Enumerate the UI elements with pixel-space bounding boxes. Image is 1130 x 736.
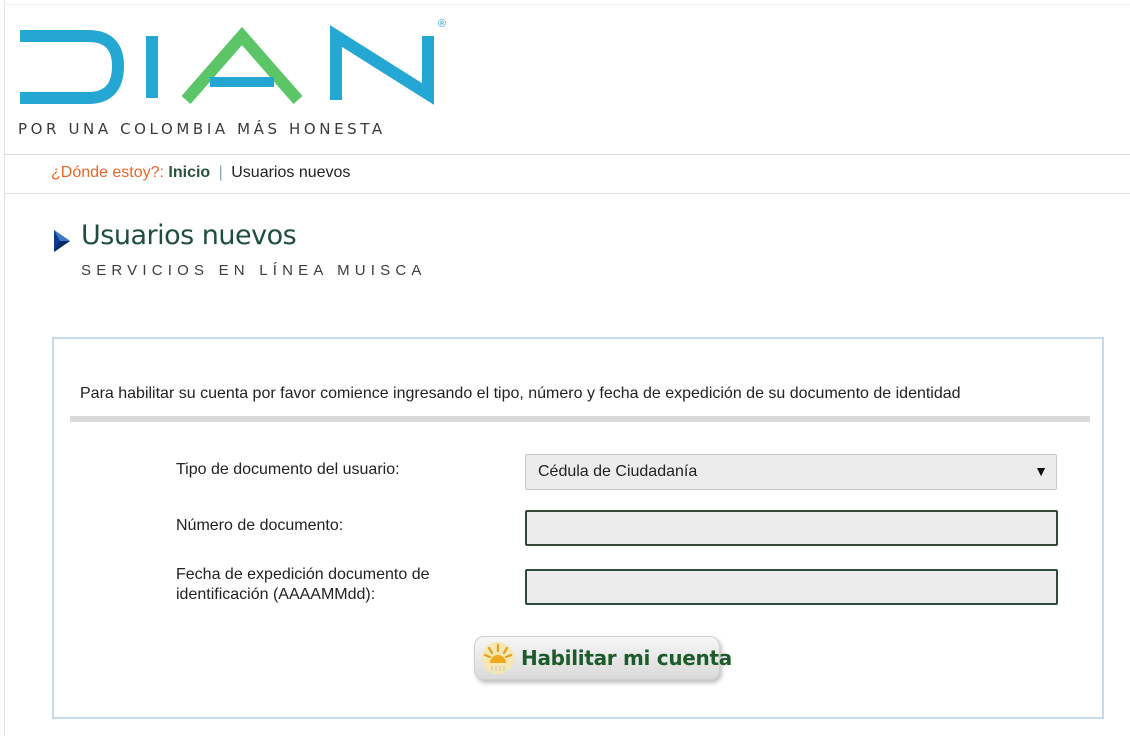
page-frame-top-border [4,4,1130,5]
doc-number-input[interactable] [525,510,1058,546]
breadcrumb-separator: | [218,164,223,181]
enable-account-button-label: Habilitar mi cuenta [521,646,732,670]
chevron-down-icon: ▼ [1034,463,1048,479]
doc-type-label: Tipo de documento del usuario: [176,461,400,478]
doc-number-label: Número de documento: [176,517,344,534]
issue-date-label-line1: Fecha de expedición documento de [176,566,430,583]
page-title: Usuarios nuevos [81,220,297,251]
intro-divider [70,416,1090,422]
enable-account-button[interactable]: Habilitar mi cuenta [474,636,732,680]
issue-date-label-line2: identificación (AAAAMMdd): [176,586,376,603]
breadcrumb-current: Usuarios nuevos [231,164,351,181]
registration-form-panel: Para habilitar su cuenta por favor comie… [52,337,1104,719]
breadcrumb-where-label: ¿Dónde estoy?: [51,164,164,181]
breadcrumb-divider [4,193,1130,194]
page-frame-left-border [4,0,5,736]
dian-wordmark-icon [20,25,434,105]
sun-icon [482,642,514,674]
breadcrumb-home-link[interactable]: Inicio [168,164,210,181]
title-arrow-icon [54,230,70,252]
header-divider [4,154,1130,155]
registered-mark: ® [438,18,447,30]
issue-date-input[interactable] [525,569,1058,605]
dian-logo[interactable]: ® POR UNA COLOMBIA MÁS HONESTA [18,18,458,140]
doc-type-select[interactable]: Cédula de Ciudadanía ▼ [525,454,1057,490]
issue-date-label: Fecha de expedición documento de identif… [176,565,430,605]
form-intro-text: Para habilitar su cuenta por favor comie… [80,385,961,402]
breadcrumb: ¿Dónde estoy?: Inicio | Usuarios nuevos [51,164,350,182]
page-subtitle: SERVICIOS EN LÍNEA MUISCA [81,262,427,279]
logo-tagline: POR UNA COLOMBIA MÁS HONESTA [18,120,386,138]
doc-type-selected-value: Cédula de Ciudadanía [538,463,698,480]
